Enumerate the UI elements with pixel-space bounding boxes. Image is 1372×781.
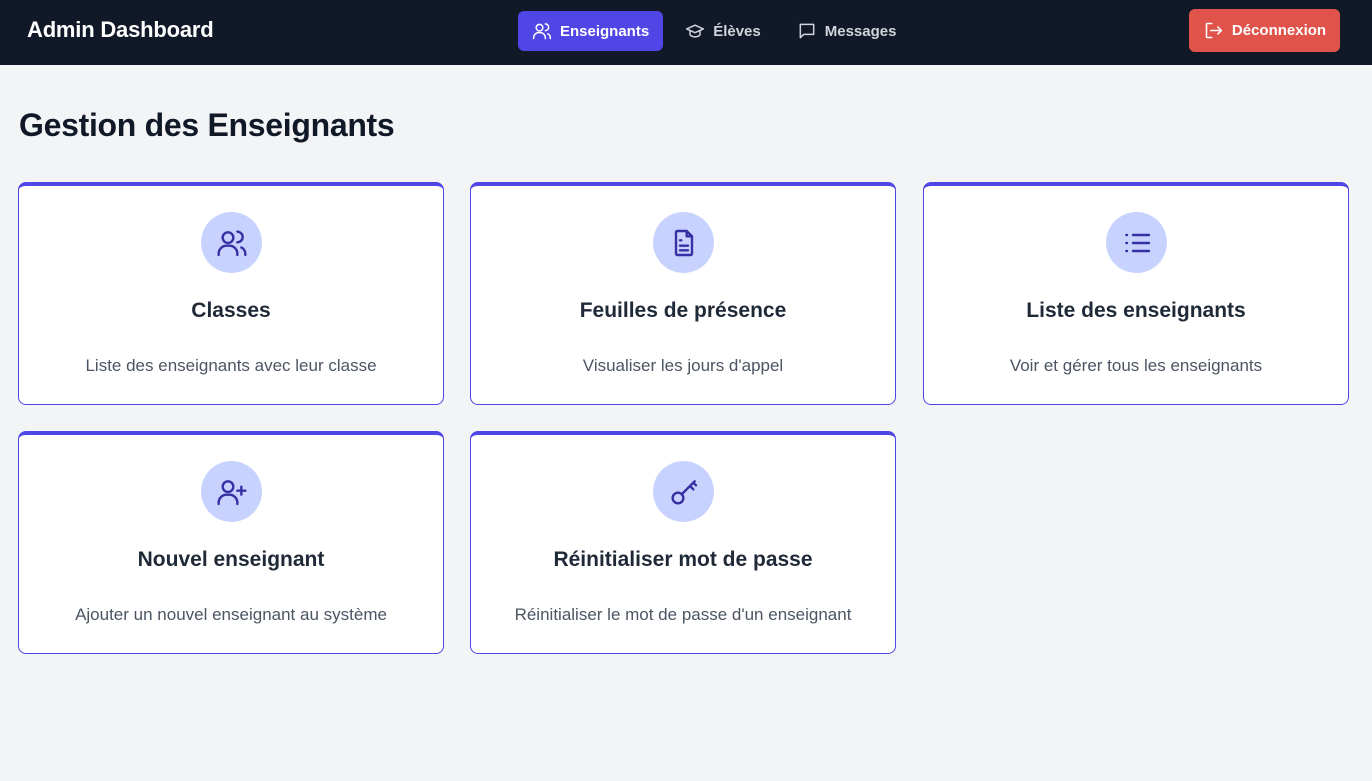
card-description: Ajouter un nouvel enseignant au système (75, 605, 387, 624)
card-title: Réinitialiser mot de passe (553, 548, 813, 571)
card-icon-circle (653, 212, 714, 273)
message-icon (799, 23, 815, 39)
key-icon (670, 479, 697, 505)
nav-item-messages[interactable]: Messages (783, 11, 911, 51)
card-reinitialiser-mot-de-passe[interactable]: Réinitialiser mot de passe Réinitialiser… (470, 431, 896, 654)
nav-item-label: Élèves (713, 22, 761, 40)
card-nouvel-enseignant[interactable]: Nouvel enseignant Ajouter un nouvel ense… (18, 431, 444, 654)
card-classes[interactable]: Classes Liste des enseignants avec leur … (18, 182, 444, 405)
top-navbar: Admin Dashboard Enseignants Élèves Messa… (0, 0, 1372, 65)
nav-item-label: Enseignants (560, 22, 650, 40)
card-description: Réinitialiser le mot de passe d'un ensei… (514, 605, 852, 624)
card-title: Feuilles de présence (579, 299, 787, 322)
user-plus-icon (216, 479, 247, 505)
logout-icon (1205, 22, 1223, 39)
card-title: Liste des enseignants (1026, 299, 1246, 322)
logout-label: Déconnexion (1231, 22, 1327, 39)
card-description: Liste des enseignants avec leur classe (85, 356, 377, 375)
card-description: Voir et gérer tous les enseignants (1009, 356, 1263, 375)
card-feuilles-de-presence[interactable]: Feuilles de présence Visualiser les jour… (470, 182, 896, 405)
main-nav: Enseignants Élèves Messages (518, 11, 910, 51)
list-icon (1124, 233, 1150, 252)
users-icon (216, 229, 247, 256)
card-liste-des-enseignants[interactable]: Liste des enseignants Voir et gérer tous… (923, 182, 1349, 405)
graduation-cap-icon (686, 24, 705, 38)
card-description: Visualiser les jours d'appel (582, 356, 784, 375)
card-title: Classes (191, 299, 271, 322)
card-icon-circle (201, 461, 262, 522)
card-title: Nouvel enseignant (137, 548, 325, 571)
logout-button[interactable]: Déconnexion (1189, 9, 1340, 52)
nav-item-enseignants[interactable]: Enseignants (518, 11, 664, 51)
page-title: Gestion des Enseignants (19, 107, 395, 143)
card-icon-circle (1106, 212, 1167, 273)
document-icon (674, 229, 693, 256)
card-icon-circle (653, 461, 714, 522)
users-icon (532, 23, 552, 40)
nav-item-eleves[interactable]: Élèves (671, 11, 775, 51)
card-icon-circle (201, 212, 262, 273)
nav-item-label: Messages (824, 22, 897, 40)
brand-title: Admin Dashboard (27, 17, 214, 42)
